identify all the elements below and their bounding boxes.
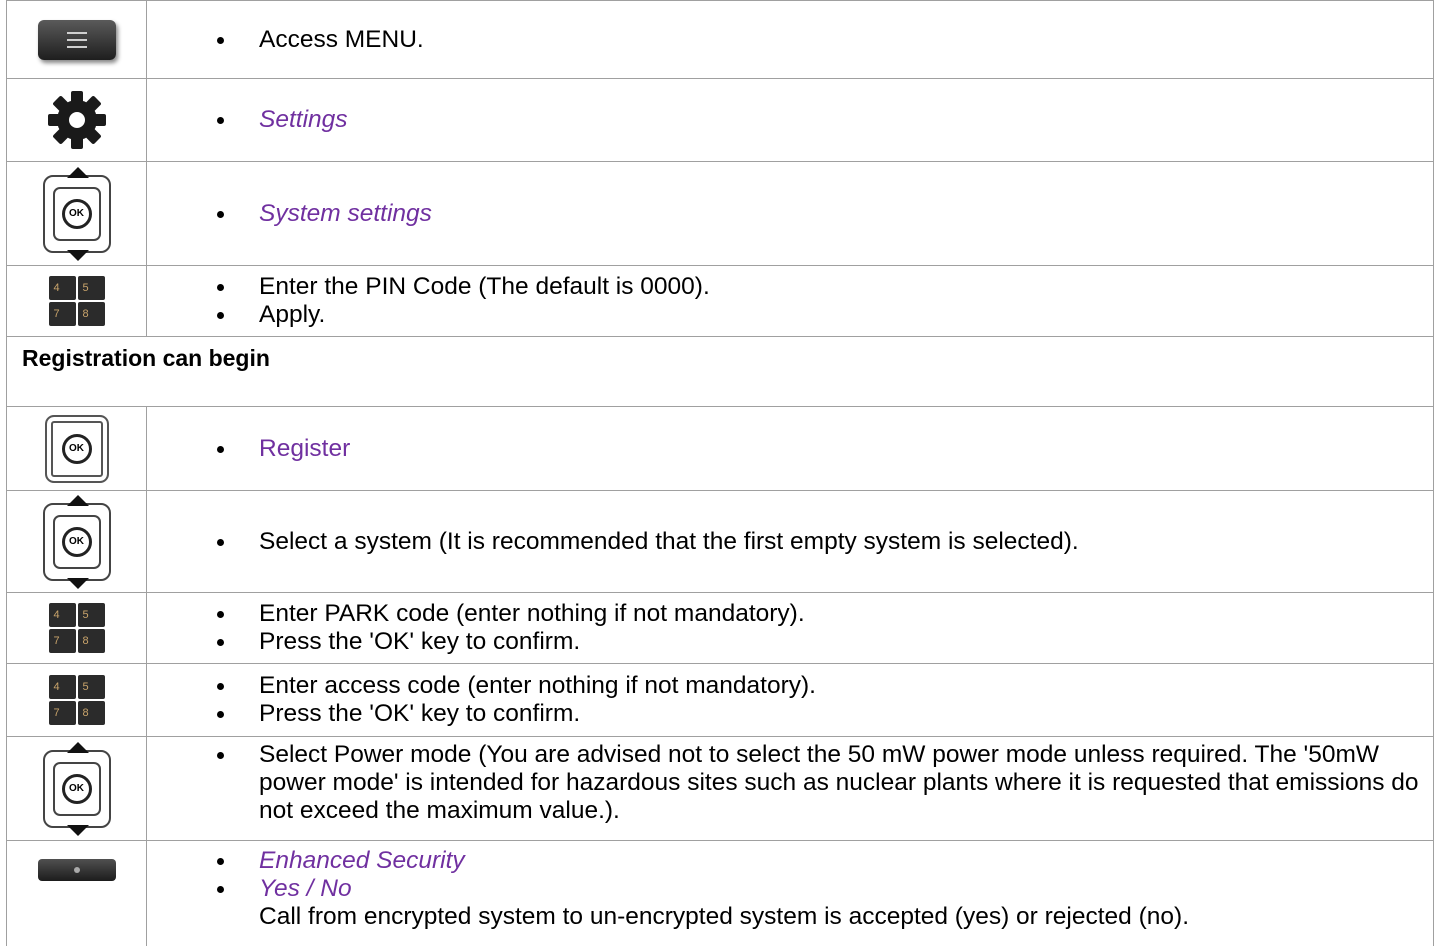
list-item: Enter the PIN Code (The default is 0000)…: [147, 273, 1433, 301]
table-row: 45 78 Enter PARK code (enter nothing if …: [7, 592, 1433, 663]
keypad-icon: 45 78: [48, 276, 105, 326]
table-row: Settings: [7, 78, 1433, 161]
text-cell: Enter PARK code (enter nothing if not ma…: [147, 593, 1433, 663]
table-row: OK System settings: [7, 161, 1433, 265]
table-row: OK Select a system (It is recommended th…: [7, 490, 1433, 592]
text-cell: Select Power mode (You are advised not t…: [147, 737, 1433, 840]
list-item: Press the 'OK' key to confirm.: [147, 700, 1433, 728]
softkey-icon: [37, 859, 116, 881]
text-cell: Enhanced Security Yes / No Call from enc…: [147, 841, 1433, 946]
text-cell: Enter access code (enter nothing if not …: [147, 664, 1433, 736]
icon-cell: OK: [7, 491, 147, 592]
list-item: System settings: [147, 200, 1433, 228]
menu-key-icon: [37, 19, 116, 60]
icon-cell: 45 78: [7, 664, 147, 736]
instruction-table: Access MENU. Settings OK System settings…: [6, 0, 1434, 946]
section-heading: Registration can begin: [22, 345, 270, 371]
list-item: Apply.: [147, 301, 1433, 329]
step-text: Yes / No: [259, 875, 352, 902]
navigator-ok-icon: OK: [42, 494, 111, 589]
text-cell: Settings: [147, 79, 1433, 161]
step-text: Access MENU.: [259, 25, 424, 53]
step-text: Press the 'OK' key to confirm.: [259, 700, 581, 727]
step-text: Enhanced Security: [259, 847, 465, 874]
list-item: Access MENU.: [147, 26, 1433, 54]
text-cell: System settings: [147, 162, 1433, 265]
step-text: Enter PARK code (enter nothing if not ma…: [259, 600, 805, 627]
step-text: Register: [259, 434, 351, 462]
icon-cell: OK: [7, 162, 147, 265]
step-note: Call from encrypted system to un-encrypt…: [259, 903, 1189, 930]
gear-icon: [47, 91, 106, 149]
table-row: Enhanced Security Yes / No Call from enc…: [7, 840, 1433, 946]
step-text: Enter access code (enter nothing if not …: [259, 672, 816, 699]
step-text: System settings: [259, 199, 432, 227]
step-text: Press the 'OK' key to confirm.: [259, 628, 581, 655]
icon-cell: 45 78: [7, 593, 147, 663]
list-item: Register: [147, 435, 1433, 463]
list-item: Enhanced Security: [147, 847, 1433, 875]
table-row: 45 78 Enter access code (enter nothing i…: [7, 663, 1433, 736]
step-text: Select Power mode (You are advised not t…: [259, 741, 1419, 824]
table-row: OK Select Power mode (You are advised no…: [7, 736, 1433, 840]
list-item: Settings: [147, 106, 1433, 134]
icon-cell: OK: [7, 737, 147, 840]
icon-cell: [7, 841, 147, 946]
navigator-ok-icon: OK: [42, 741, 111, 836]
navigator-ok-icon: OK: [42, 166, 111, 261]
keypad-icon: 45 78: [48, 603, 105, 653]
list-item: Yes / No: [147, 875, 1433, 903]
table-row: OK Register: [7, 406, 1433, 490]
table-row: 45 78 Enter the PIN Code (The default is…: [7, 265, 1433, 336]
list-item: Select Power mode (You are advised not t…: [147, 741, 1433, 825]
table-row: Access MENU.: [7, 0, 1433, 78]
text-cell: Enter the PIN Code (The default is 0000)…: [147, 266, 1433, 336]
section-heading-row: Registration can begin: [7, 336, 1433, 406]
text-cell: Register: [147, 407, 1433, 490]
list-item: Enter access code (enter nothing if not …: [147, 672, 1433, 700]
icon-cell: [7, 1, 147, 78]
step-text: Settings: [259, 106, 348, 133]
icon-cell: OK: [7, 407, 147, 490]
ok-key-icon: OK: [44, 414, 109, 483]
text-cell: Select a system (It is recommended that …: [147, 491, 1433, 592]
list-item: Select a system (It is recommended that …: [147, 528, 1433, 556]
step-text: Select a system (It is recommended that …: [259, 527, 1079, 555]
step-text: Apply.: [259, 301, 326, 328]
text-cell: Access MENU.: [147, 1, 1433, 78]
icon-cell: [7, 79, 147, 161]
list-item: Press the 'OK' key to confirm.: [147, 628, 1433, 656]
icon-cell: 45 78: [7, 266, 147, 336]
ok-label: OK: [61, 198, 92, 229]
keypad-icon: 45 78: [48, 675, 105, 725]
step-text: Enter the PIN Code (The default is 0000)…: [259, 273, 710, 300]
list-item: Enter PARK code (enter nothing if not ma…: [147, 600, 1433, 628]
